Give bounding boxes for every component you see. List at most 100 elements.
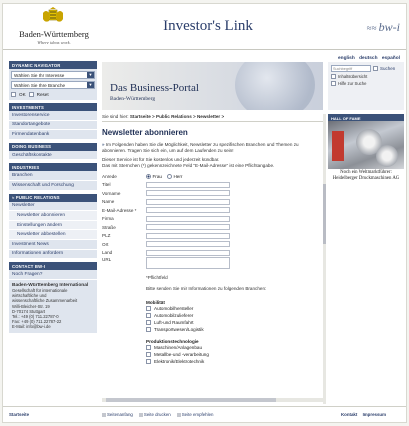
footer-home-link[interactable]: Startseite — [9, 412, 29, 417]
newsletter-form: Anrede Frau Herr Titel Vorname Name E-Ma… — [102, 172, 323, 365]
checkbox[interactable] — [146, 313, 151, 318]
name-input[interactable] — [146, 198, 230, 205]
email-input[interactable] — [146, 207, 230, 214]
radio-frau[interactable] — [146, 173, 151, 179]
left-sidebar: Dynamic Navigator Wählen Sie Ihr Interes… — [9, 61, 97, 333]
radio-frau-label: Frau — [152, 173, 162, 179]
sidebar-item-investment-news[interactable]: Investment News — [9, 239, 97, 250]
checkbox-row[interactable]: Elektronik/Elektrotechnik — [146, 358, 323, 365]
form-row-firma: Firma — [102, 215, 323, 224]
branchen-instructions: Bitte senden Sie mir Informationen zu fo… — [146, 286, 267, 291]
breadcrumb: Sie sind hier: Startseite > Public Relat… — [102, 114, 224, 119]
land-input[interactable] — [146, 249, 230, 256]
promo-caption-line: Heidelberger Druckmaschinen AG — [332, 176, 400, 181]
sidebar-item-investorenservice[interactable]: Investorenservice — [9, 111, 97, 121]
footer-kontakt-link[interactable]: Kontakt — [341, 412, 357, 417]
checkbox-row[interactable]: Luft-und Raumfahrt — [146, 319, 323, 326]
horizontal-scrollbar[interactable] — [102, 398, 325, 402]
reset-checkbox[interactable] — [28, 92, 34, 97]
firma-input[interactable] — [146, 215, 230, 222]
checkbox[interactable] — [146, 359, 151, 364]
sidebar-heading-public-relations: ≈ Public Relations — [9, 193, 97, 202]
sidebar-item-einstellungen[interactable]: Einstellungen ändern — [9, 220, 97, 231]
footer-recommend-link[interactable]: Seite empfehlen — [176, 412, 213, 417]
footer-right-links: Kontakt Impressum — [337, 412, 386, 417]
printing-press-image[interactable] — [328, 121, 404, 169]
footer-impressum-link[interactable]: Impressum — [363, 412, 386, 417]
checkbox-label: Elektronik/Elektrotechnik — [154, 359, 205, 364]
help-checkbox[interactable] — [331, 81, 336, 86]
ok-checkbox[interactable] — [11, 92, 16, 97]
sidebar-item-noch-fragen[interactable]: Noch Fragen? — [9, 270, 97, 280]
footer-top-link[interactable]: Seitenanfang — [102, 412, 133, 417]
arrow-up-icon — [102, 412, 106, 417]
ok-button[interactable]: OK — [19, 92, 26, 97]
lang-deutsch[interactable]: deutsch — [359, 56, 377, 61]
sidebar-item-abbestellen[interactable]: Newsletter abbestellen — [9, 230, 97, 240]
checkbox[interactable] — [146, 345, 151, 350]
promo-caption[interactable]: Noch ein Weltmarktführer: Heidelberger D… — [328, 170, 404, 182]
arrow-marker-icon: » — [102, 142, 105, 147]
checkbox-row[interactable]: Metallbe-und -verarbeitung — [146, 351, 323, 358]
checkbox[interactable] — [146, 320, 151, 325]
form-row-strasse: Straße — [102, 223, 323, 232]
checkbox-label: Maschinen/Anlagenbau — [154, 345, 203, 350]
form-row-titel: Titel — [102, 181, 323, 190]
radio-herr-label: Herr — [173, 173, 183, 179]
field-label: Titel — [102, 182, 111, 188]
bwi-logo[interactable]: ≈≈ bw-i — [367, 20, 400, 35]
scrollbar-thumb[interactable] — [106, 398, 276, 402]
titel-input[interactable] — [146, 181, 230, 188]
brand-tagline: Where ideas work. — [37, 40, 71, 45]
sidebar-item-standortangebote[interactable]: Standortangebote — [9, 120, 97, 131]
checkbox[interactable] — [146, 306, 151, 311]
radio-herr[interactable] — [166, 173, 172, 179]
overview-label: Inhaltsübersicht — [338, 74, 368, 79]
search-option-overview[interactable]: Inhaltsübersicht — [331, 74, 401, 79]
sidebar-heading-dynamic-navigator: Dynamic Navigator — [9, 61, 97, 69]
business-portal-banner: Das Business-Portal Baden-Württemberg — [102, 62, 323, 110]
sidebar-item-branchen[interactable]: Branchen — [9, 171, 97, 181]
sidebar-item-geschaeftskontakte[interactable]: Geschäftskontakte — [9, 150, 97, 161]
reset-button[interactable]: Reset — [37, 92, 49, 97]
lang-english[interactable]: english — [338, 56, 355, 61]
overview-checkbox[interactable] — [331, 74, 336, 79]
form-row-plz: PLZ — [102, 232, 323, 241]
sidebar-item-informationen[interactable]: Informationen anfordern — [9, 249, 97, 260]
vorname-input[interactable] — [146, 190, 230, 197]
search-option-help[interactable]: Hilfe zur Suche — [331, 81, 401, 86]
plz-input[interactable] — [146, 232, 230, 239]
coat-of-arms-logo[interactable] — [41, 7, 65, 27]
url-input[interactable] — [146, 257, 230, 269]
checkbox-row[interactable]: Maschinen/Anlagenbau — [146, 344, 323, 351]
checkbox-row[interactable]: Transportwesen/Logistik — [146, 326, 323, 333]
vertical-scrollbar[interactable] — [323, 114, 326, 404]
form-row-url: URL — [102, 257, 323, 270]
search-panel: Suchbegriff Suchen Inhaltsübersicht Hilf… — [328, 62, 404, 110]
search-button[interactable]: Suchen — [380, 66, 395, 71]
breadcrumb-path[interactable]: Startseite > Public Relations > Newslett… — [130, 114, 224, 119]
branch-select[interactable]: Wählen Sie Ihre Branche ▼ — [11, 81, 95, 89]
ort-input[interactable] — [146, 241, 230, 248]
site-title: Investor's Link — [163, 18, 253, 34]
checkbox[interactable] — [146, 352, 151, 357]
contact-email[interactable]: E-Mail: info@bw-i.de — [12, 324, 94, 329]
lang-espanol[interactable]: español — [382, 56, 400, 61]
checkbox-row[interactable]: Automobilhersteller — [146, 305, 323, 312]
sidebar-item-firmendatenbank[interactable]: Firmendatenbank — [9, 130, 97, 140]
strasse-input[interactable] — [146, 224, 230, 231]
footer-print-link[interactable]: Seite drucken — [138, 412, 171, 417]
search-input[interactable]: Suchbegriff — [331, 65, 371, 72]
interest-select[interactable]: Wählen Sie Ihr Interesse ▼ — [11, 71, 95, 79]
search-checkbox[interactable] — [373, 66, 378, 71]
sidebar-item-newsletter-abonnieren[interactable]: Newsletter abonnieren — [9, 211, 97, 221]
checkbox-row[interactable]: Automobilzulieferer — [146, 312, 323, 319]
checkbox-label: Luft-und Raumfahrt — [154, 320, 194, 325]
checkbox-label: Transportwesen/Logistik — [154, 327, 204, 332]
scrollbar-thumb[interactable] — [323, 184, 326, 244]
sidebar-item-newsletter[interactable]: Newsletter — [9, 201, 97, 212]
field-label: Name — [102, 199, 115, 205]
sidebar-item-wissenschaft[interactable]: Wissenschaft und Forschung — [9, 180, 97, 191]
checkbox[interactable] — [146, 327, 151, 332]
form-row-email: E-Mail-Adresse * — [102, 206, 323, 215]
